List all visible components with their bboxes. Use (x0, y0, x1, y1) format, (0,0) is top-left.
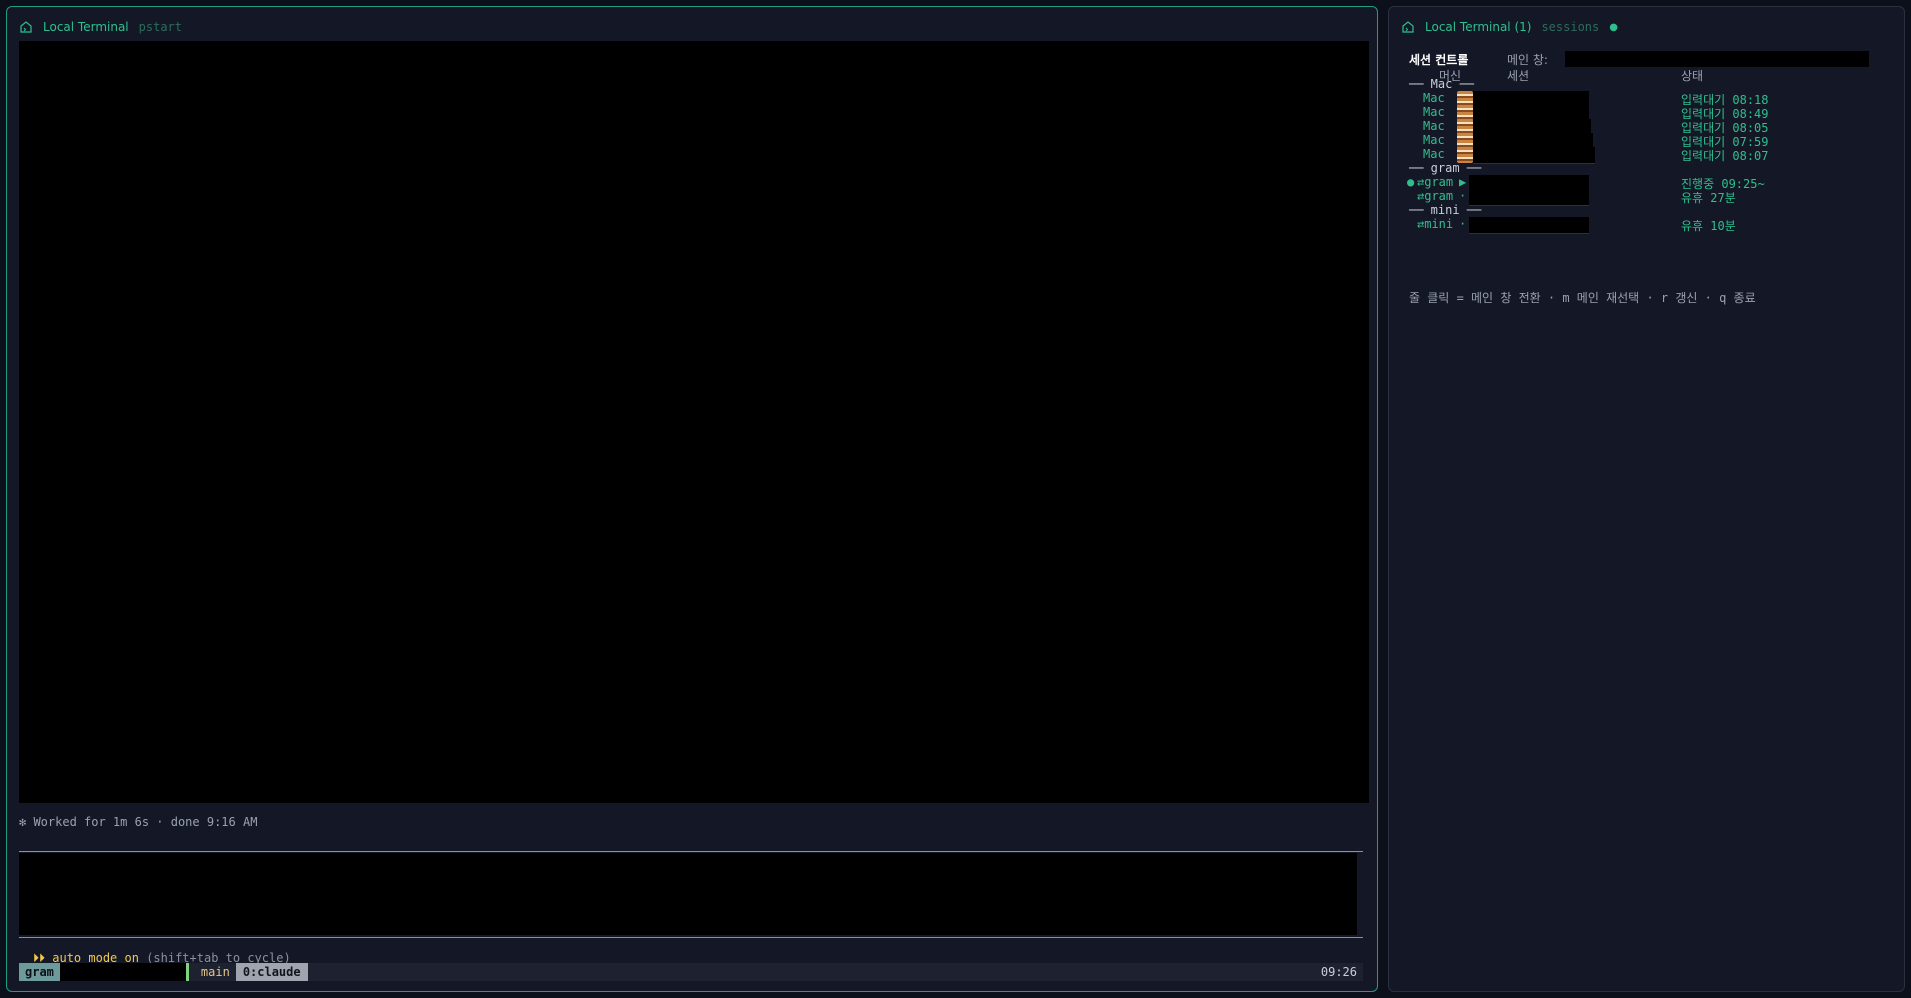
activity-dot-icon: ● (1609, 21, 1618, 33)
group-header: ── Mac ── (1409, 77, 1475, 91)
session-machine: Mac (1423, 119, 1445, 133)
status-branch: main (200, 965, 230, 979)
session-machine: ⇄gram (1417, 175, 1454, 189)
session-machine: Mac (1423, 147, 1445, 161)
right-pane-title: Local Terminal (1) (1425, 20, 1532, 34)
session-status: 유휴 10분 (1681, 219, 1736, 233)
main-window-value (1565, 51, 1869, 67)
left-pane-title: Local Terminal (43, 20, 129, 34)
status-cursor (185, 963, 189, 981)
right-pane-subtitle: sessions (1541, 20, 1600, 34)
session-status: 유휴 27분 (1681, 191, 1736, 205)
session-machine: ⇄mini (1417, 217, 1454, 231)
session-control-title: 세션 컨트롤 (1409, 53, 1469, 67)
idle-dot-icon: · (1459, 217, 1467, 231)
prompt-input-box[interactable] (19, 853, 1357, 935)
left-pane-header: Local Terminal pstart (19, 17, 182, 37)
main-window-label: 메인 창: (1507, 53, 1548, 67)
keyboard-hint-line: 줄 클릭 = 메인 창 전환 · m 메인 재선택 · r 갱신 · q 종료 (1409, 291, 1756, 305)
column-header-status: 상태 (1681, 69, 1704, 83)
right-pane-header: Local Terminal (1) sessions ● (1401, 17, 1618, 37)
terminal-house-icon (1402, 21, 1414, 33)
status-session-name[interactable]: gram (19, 963, 60, 981)
left-terminal-pane[interactable]: Local Terminal pstart ✻ Worked for 1m 6s… (6, 6, 1378, 992)
input-divider-top (19, 851, 1363, 852)
session-machine: Mac (1423, 105, 1445, 119)
session-name-redacted (1473, 147, 1595, 164)
session-status: 입력대기 08:07 (1681, 149, 1769, 163)
terminal-output-area[interactable] (19, 41, 1369, 803)
session-machine: Mac (1423, 133, 1445, 147)
status-window-tab[interactable]: 0:claude (235, 963, 308, 981)
group-header: ── mini ── (1409, 203, 1482, 217)
session-machine: ⇄gram (1417, 189, 1454, 203)
session-row[interactable]: ⇄mini · 유휴 10분 (1389, 217, 1889, 234)
session-machine: Mac (1423, 91, 1445, 105)
session-name-redacted (1469, 189, 1589, 206)
session-name-redacted (1469, 217, 1589, 234)
right-sessions-pane[interactable]: Local Terminal (1) sessions ● 세션 컨트롤 메인 … (1388, 6, 1905, 992)
left-pane-subtitle: pstart (138, 20, 182, 34)
tmux-status-bar: gram main 0:claude 09:26 (19, 963, 1363, 981)
status-clock: 09:26 (1320, 965, 1357, 979)
group-header: ── gram ── (1409, 161, 1482, 175)
column-header-session: 세션 (1507, 69, 1530, 83)
status-redacted-block (59, 963, 186, 981)
worked-status-line: ✻ Worked for 1m 6s · done 9:16 AM (19, 815, 258, 829)
current-session-marker-icon: ● (1407, 175, 1415, 189)
play-icon: ▶ (1459, 175, 1467, 189)
input-divider-bottom (19, 937, 1363, 938)
idle-dot-icon: · (1459, 189, 1467, 203)
terminal-house-icon (20, 21, 32, 33)
